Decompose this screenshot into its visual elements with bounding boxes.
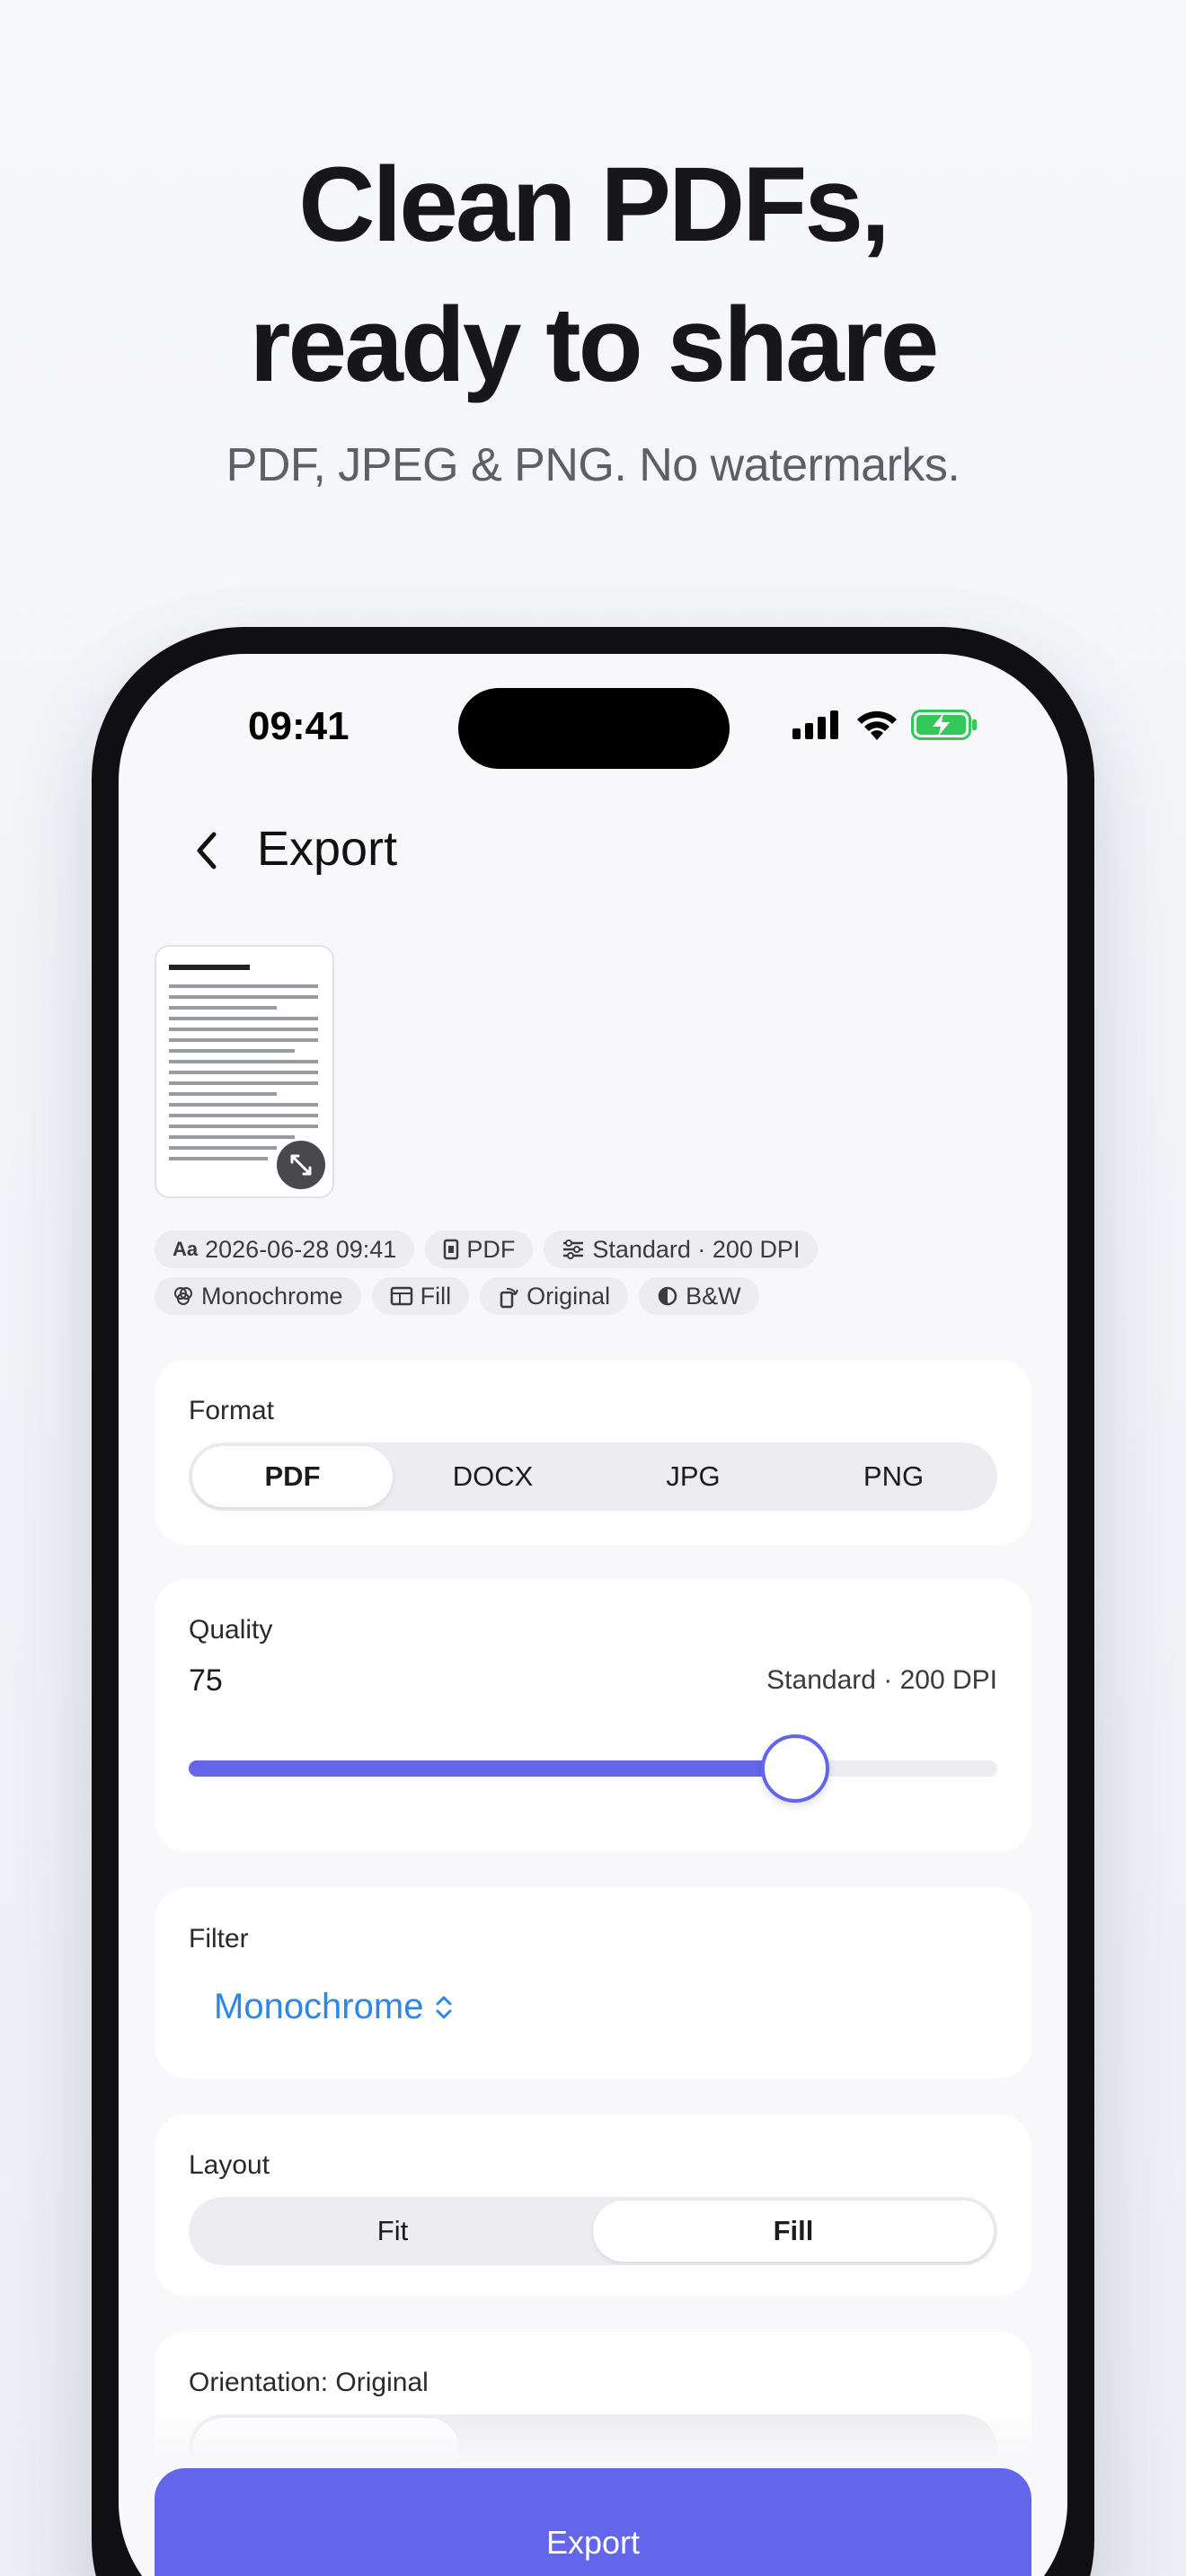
chip-filter: Monochrome (155, 1277, 361, 1315)
quality-slider-fill (189, 1760, 795, 1777)
chip-label: B&W (686, 1282, 741, 1310)
orientation-label: Orientation: Original (189, 2368, 429, 2397)
chip-label: Monochrome (201, 1282, 343, 1310)
filter-value: Monochrome (214, 1987, 424, 2026)
wifi-icon (857, 710, 897, 740)
filter-picker[interactable]: Monochrome (214, 1987, 454, 2027)
export-button-label: Export (545, 2524, 641, 2561)
page-title: Export (257, 822, 398, 876)
back-button[interactable] (180, 819, 234, 882)
document-icon (444, 1239, 459, 1260)
dynamic-island (458, 688, 730, 769)
sliders-icon (563, 1239, 584, 1259)
chip-label: Original (527, 1282, 611, 1310)
hero-title-line1: Clean PDFs, (298, 146, 890, 264)
format-segmented-control: PDF DOCX JPG PNG (189, 1442, 997, 1511)
expand-preview-button[interactable] (277, 1141, 325, 1189)
hero-subtitle: PDF, JPEG & PNG. No watermarks. (226, 439, 960, 491)
chip-label: Standard · 200 DPI (592, 1235, 801, 1263)
hero-title-line2: ready to share (249, 286, 940, 404)
quality-card: Quality 75 Standard · 200 DPI (155, 1579, 1031, 1852)
chip-layout: Fill (371, 1277, 470, 1315)
font-icon: Aa (173, 1238, 199, 1260)
nav-bar: Export (119, 816, 1067, 887)
rotate-icon (500, 1287, 519, 1309)
preview-heading-line (169, 965, 250, 970)
status-icons (792, 710, 978, 740)
chip-label: PDF (466, 1235, 516, 1263)
chip-label: Fill (420, 1282, 452, 1310)
layout-card: Layout Fit Fill (155, 2114, 1031, 2296)
expand-icon (290, 1154, 312, 1176)
quality-label: Quality (189, 1615, 273, 1645)
scroll-fade (119, 2405, 1067, 2477)
contrast-icon (658, 1286, 677, 1306)
document-preview-thumbnail[interactable] (155, 945, 334, 1198)
filter-icon (174, 1287, 192, 1305)
format-card: Format PDF DOCX JPG PNG (155, 1360, 1031, 1545)
chip-format: PDF (425, 1231, 534, 1268)
quality-detail: Standard · 200 DPI (766, 1665, 997, 1695)
layout-label: Layout (189, 2150, 270, 2180)
chip-orientation: Original (480, 1277, 629, 1315)
format-option-docx[interactable]: DOCX (393, 1446, 593, 1507)
status-time: 09:41 (248, 704, 350, 748)
chip-color-mode: B&W (639, 1277, 759, 1315)
quality-value: 75 (189, 1663, 223, 1698)
layout-option-fit[interactable]: Fit (192, 2201, 593, 2262)
filter-card: Filter Monochrome (155, 1888, 1031, 2078)
filter-label: Filter (189, 1924, 249, 1954)
format-option-png[interactable]: PNG (793, 1446, 994, 1507)
chip-label: 2026-06-28 09:41 (205, 1235, 397, 1263)
layout-icon (390, 1286, 412, 1306)
phone-screen: 09:41 Export Aa 2026-06-28 09:41 PDF Sta… (119, 654, 1067, 2576)
battery-charging-icon (911, 710, 977, 740)
export-button[interactable]: Export (155, 2468, 1031, 2576)
quality-slider-thumb[interactable] (761, 1734, 829, 1803)
layout-option-fill[interactable]: Fill (593, 2201, 994, 2262)
chip-quality: Standard · 200 DPI (544, 1231, 819, 1268)
format-label: Format (189, 1396, 275, 1425)
cellular-signal-icon (792, 710, 838, 739)
chevron-left-icon (197, 832, 217, 869)
layout-segmented-control: Fit Fill (189, 2197, 997, 2265)
quality-slider[interactable] (189, 1734, 997, 1803)
chevron-up-down-icon (436, 1996, 452, 2018)
format-option-pdf[interactable]: PDF (192, 1446, 393, 1507)
chip-date: Aa 2026-06-28 09:41 (155, 1231, 415, 1268)
hero-title: Clean PDFs, ready to share (0, 135, 1186, 415)
export-settings-chips: Aa 2026-06-28 09:41 PDF Standard · 200 D… (155, 1231, 1035, 1324)
format-option-jpg[interactable]: JPG (593, 1446, 793, 1507)
